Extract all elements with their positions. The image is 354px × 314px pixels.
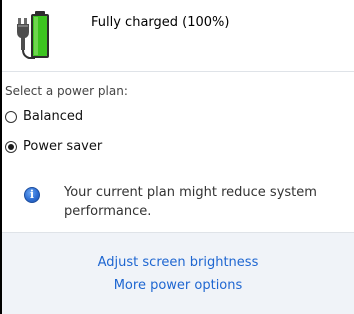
info-icon: [24, 187, 40, 203]
radio-option-power-saver[interactable]: Power saver: [5, 139, 102, 154]
radio-label-power-saver[interactable]: Power saver: [23, 139, 102, 154]
more-power-options-link[interactable]: More power options: [2, 278, 354, 293]
power-flyout-footer: Adjust screen brightness More power opti…: [2, 232, 354, 314]
radio-option-balanced[interactable]: Balanced: [5, 109, 83, 124]
adjust-brightness-link[interactable]: Adjust screen brightness: [2, 255, 354, 270]
power-flyout: Fully charged (100%) Select a power plan…: [0, 0, 354, 314]
plan-info-text: Your current plan might reduce system pe…: [64, 185, 317, 219]
power-plan-section: Select a power plan: Balanced Power save…: [2, 72, 354, 230]
radio-button-balanced[interactable]: [5, 110, 17, 123]
battery-status-text: Fully charged (100%): [91, 15, 230, 30]
power-plan-label: Select a power plan:: [5, 84, 128, 98]
radio-label-balanced[interactable]: Balanced: [23, 109, 83, 124]
battery-charging-icon: [17, 11, 49, 59]
battery-status-header: Fully charged (100%): [2, 0, 354, 70]
radio-button-power-saver[interactable]: [5, 140, 17, 153]
